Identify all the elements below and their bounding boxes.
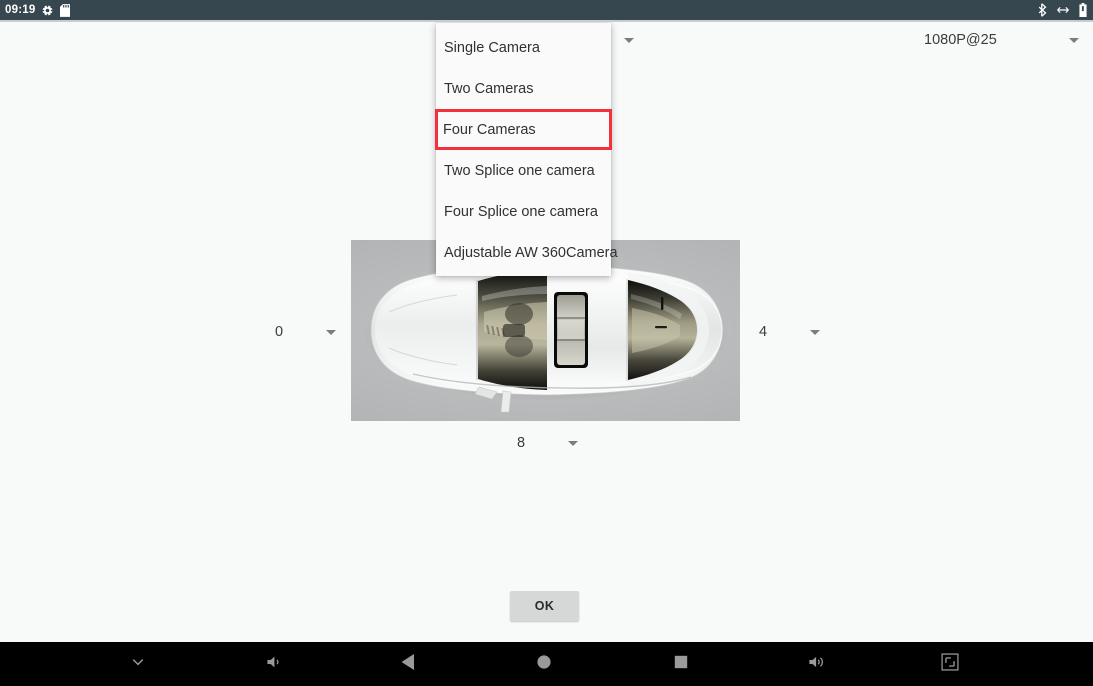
android-navigation-bar [0,642,1093,686]
status-bar-left-group: 09:19 [0,0,71,20]
menu-item-two-splice-one-camera[interactable]: Two Splice one camera [436,150,611,191]
camera-mode-dropdown-menu[interactable]: Single Camera Two Cameras Four Cameras T… [435,23,618,276]
menu-item-label: Adjustable AW 360Camera [444,244,618,261]
camera-position-left-value: 0 [275,323,284,340]
hide-navbar-button[interactable] [108,642,168,686]
app-screen: 09:19 1080P@25 0 4 8 Single Camera Two C… [0,0,1093,686]
usb-data-transfer-icon [1056,4,1070,16]
home-button[interactable] [514,642,574,686]
resolution-spinner-value: 1080P@25 [924,31,997,48]
menu-item-single-camera[interactable]: Single Camera [436,27,611,68]
recents-square-icon [674,655,688,674]
status-bar-clock: 09:19 [5,4,36,16]
screenshot-crop-icon [941,652,959,676]
menu-item-adjustable-aw-360-camera[interactable]: Adjustable AW 360Camera [436,232,618,273]
chevron-down-icon [810,329,820,335]
camera-position-bottom-value: 8 [517,434,526,451]
chevron-down-icon [130,654,146,675]
resolution-spinner[interactable]: 1080P@25 [893,26,1088,54]
volume-up-icon [807,654,826,675]
camera-position-spinner-right[interactable]: 4 [734,318,838,346]
screenshot-button[interactable] [920,642,980,686]
camera-position-spinner-bottom[interactable]: 8 [492,429,596,457]
menu-item-label: Four Cameras [443,121,536,138]
settings-gear-icon [41,3,54,17]
camera-position-spinner-left[interactable]: 0 [250,318,354,346]
status-bar-right-group [1038,0,1087,20]
menu-item-label: Two Splice one camera [444,162,595,179]
camera-position-right-value: 4 [759,323,768,340]
volume-up-button[interactable] [786,642,846,686]
back-button[interactable] [378,642,438,686]
chevron-down-icon [326,329,336,335]
status-bar-divider [0,20,1093,22]
menu-item-four-cameras[interactable]: Four Cameras [435,109,612,150]
sd-card-icon [60,3,71,17]
menu-item-label: Four Splice one camera [444,203,598,220]
menu-item-four-splice-one-camera[interactable]: Four Splice one camera [436,191,611,232]
status-bar: 09:19 [0,0,1093,20]
volume-down-button[interactable] [244,642,304,686]
chevron-down-icon [1069,37,1079,43]
volume-down-icon [265,654,283,675]
recents-button[interactable] [651,642,711,686]
ok-button[interactable]: OK [510,591,579,621]
bluetooth-icon [1038,3,1047,17]
chevron-down-icon [568,440,578,446]
menu-item-label: Two Cameras [444,80,534,97]
battery-icon [1079,3,1087,17]
chevron-down-icon [624,37,634,43]
menu-item-two-cameras[interactable]: Two Cameras [436,68,611,109]
home-circle-icon [536,654,552,675]
back-triangle-icon [400,653,416,676]
menu-item-label: Single Camera [444,39,540,56]
